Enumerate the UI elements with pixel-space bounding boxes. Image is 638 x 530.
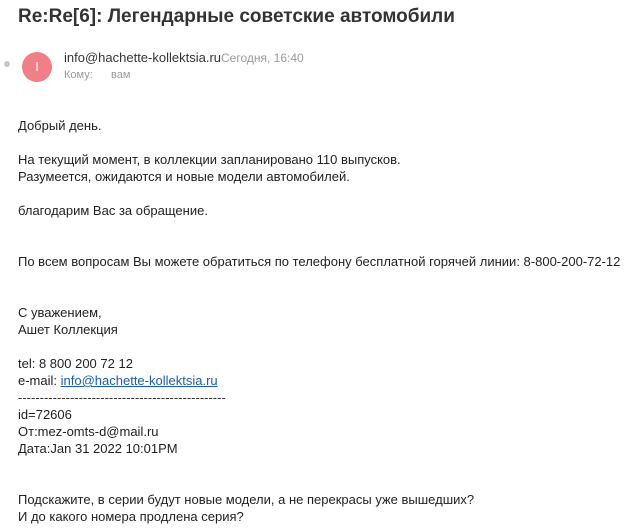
email-date: Сегодня, 16:40	[221, 51, 304, 65]
email-body: Добрый день. На текущий момент, в коллек…	[18, 117, 633, 525]
body-line-1: На текущий момент, в коллекции запланиро…	[18, 152, 401, 167]
quote-question-1: Подскажите, в серии будут новые модели, …	[18, 492, 475, 507]
email-view: Re:Re[6]: Легендарные советские автомоби…	[0, 0, 638, 530]
email-header: I info@hachette-kollektsia.ru Сегодня, 1…	[4, 48, 618, 88]
body-line-2: Разумеется, ожидаются и новые модели авт…	[18, 169, 350, 184]
greeting-text: Добрый день.	[18, 118, 102, 133]
tel-text: tel: 8 800 200 72 12	[18, 356, 133, 371]
regards-text: С уважением,	[18, 305, 102, 320]
quote-separator: ----------------------------------------…	[18, 390, 226, 405]
recipient-value[interactable]: вам	[111, 69, 130, 81]
thanks-text: благодарим Вас за обращение.	[18, 203, 208, 218]
hotline-text: По всем вопросам Вы можете обратиться по…	[18, 254, 621, 269]
sender-avatar[interactable]: I	[22, 52, 52, 82]
unread-dot-icon[interactable]	[4, 61, 10, 67]
recipient-label: Кому:	[64, 69, 93, 81]
email-subject: Re:Re[6]: Легендарные советские автомоби…	[18, 6, 455, 27]
email-line: e-mail: info@hachette-kollektsia.ru	[18, 372, 633, 389]
quote-from: От:mez-omts-d@mail.ru	[18, 424, 159, 439]
email-label: e-mail:	[18, 373, 61, 388]
quote-question-2: И до какого номера продлена серия?	[18, 509, 244, 524]
email-link[interactable]: info@hachette-kollektsia.ru	[61, 373, 218, 388]
quote-date: Дата:Jan 31 2022 10:01PM	[18, 441, 178, 456]
signature-text: Ашет Коллекция	[18, 322, 118, 337]
quote-id: id=72606	[18, 407, 72, 422]
sender-address[interactable]: info@hachette-kollektsia.ru	[64, 50, 221, 65]
